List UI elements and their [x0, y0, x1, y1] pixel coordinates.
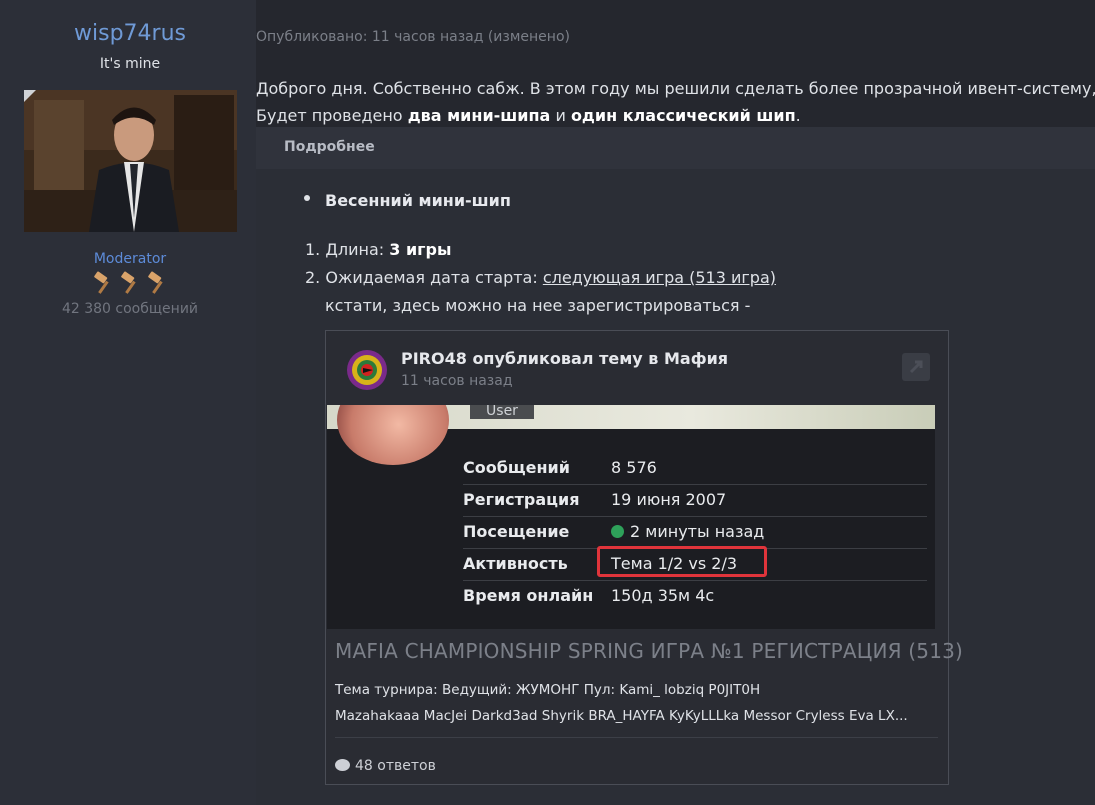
embed-time: 11 часов назад — [401, 373, 513, 389]
spoiler-content: Весенний мини-шип 1. Длина: 3 игры 2. Ож… — [256, 169, 1095, 805]
reply-count[interactable]: 48 ответов — [335, 758, 436, 774]
post-content: Опубликовано: 11 часов назад (изменено) … — [256, 0, 1095, 805]
list-note: кстати, здесь можно на нее зарегистриров… — [325, 296, 751, 315]
stat-row: Посещение 2 минуты назад — [463, 516, 927, 549]
stat-row: Регистрация 19 июня 2007 — [463, 484, 927, 517]
highlight-box — [597, 546, 767, 577]
topic-title[interactable]: MAFIA CHAMPIONSHIP SPRING ИГРА №1 РЕГИСТ… — [335, 639, 963, 663]
external-link-icon[interactable] — [902, 353, 930, 381]
comment-icon — [335, 759, 350, 771]
gavel-icon — [121, 271, 136, 294]
bullet-item: Весенний мини-шип — [325, 191, 511, 210]
list-item: 1. Длина: 3 игры — [305, 240, 452, 259]
bold-mini-ships: два мини-шипа — [407, 106, 551, 125]
author-role: Moderator — [93, 251, 167, 267]
gavel-icon — [148, 271, 163, 294]
bullet-dot — [304, 195, 310, 201]
bold-classic-ship: один классический шип — [570, 106, 796, 125]
topic-embed[interactable]: PIRO48 опубликовал тему в Мафия 11 часов… — [325, 330, 963, 785]
post-body: Доброго дня. Собственно сабж. В этом год… — [256, 75, 1095, 129]
ordered-list: 1. Длина: 3 игры 2. Ожидаемая дата старт… — [305, 236, 776, 320]
embed-title[interactable]: PIRO48 опубликовал тему в Мафия — [401, 349, 728, 368]
profile-avatar — [337, 405, 449, 465]
divider — [335, 737, 938, 738]
author-username[interactable]: wisp74rus — [0, 21, 260, 46]
spoiler-toggle[interactable]: Подробнее — [256, 127, 1095, 169]
post-meta[interactable]: Опубликовано: 11 часов назад (изменено) — [256, 29, 570, 45]
topic-description: Тема турнира: Ведущий: ЖУМОНГ Пул: Kami_… — [335, 682, 908, 724]
stat-row: Время онлайн 150д 35м 4с — [463, 586, 715, 605]
list-item: 2. Ожидаемая дата старта: следующая игра… — [305, 268, 777, 287]
author-title: It's mine — [99, 56, 161, 72]
next-game-link[interactable]: следующая игра (513 игра) — [543, 268, 776, 287]
online-status-icon — [611, 525, 624, 538]
piro-avatar[interactable] — [346, 349, 388, 391]
gavel-icon — [94, 271, 109, 294]
author-message-count: 42 380 сообщений — [61, 301, 199, 317]
profile-screenshot: User Сообщений 8 576 Регистрация 19 июня… — [327, 405, 935, 629]
rank-hammers — [91, 271, 169, 295]
avatar[interactable] — [24, 90, 237, 232]
stat-row: Сообщений 8 576 — [463, 452, 927, 485]
author-sidebar: wisp74rus It's mine Moderator 42 380 соо… — [0, 0, 256, 805]
post-line-1: Доброго дня. Собственно сабж. В этом год… — [256, 79, 1095, 98]
user-badge: User — [470, 405, 534, 419]
post-line-2: Будет проведено два мини-шипа и один кла… — [256, 106, 801, 125]
